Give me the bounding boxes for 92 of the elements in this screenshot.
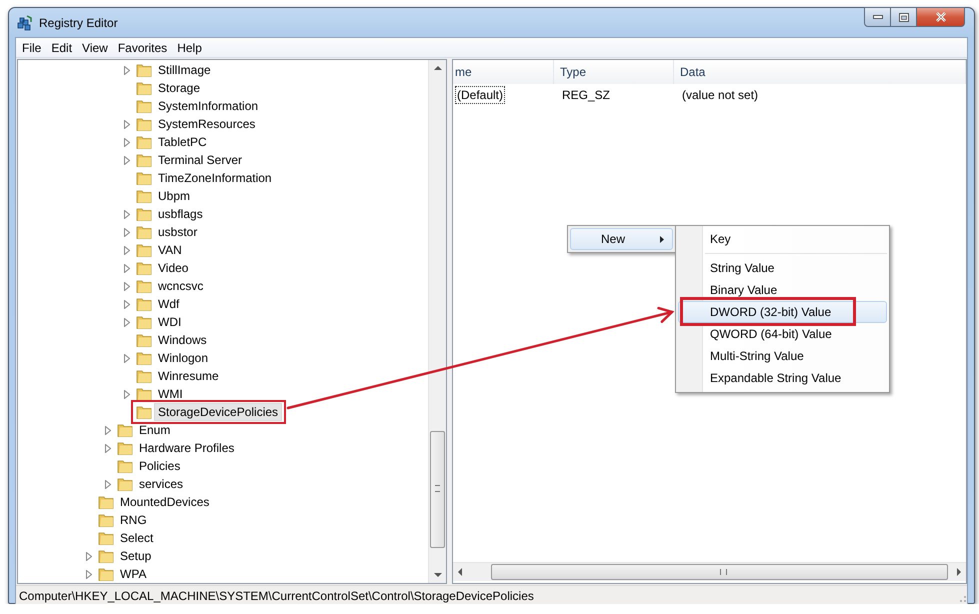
column-header[interactable]: me xyxy=(453,60,554,84)
folder-icon xyxy=(136,206,152,222)
folder-icon xyxy=(136,260,152,276)
close-button[interactable] xyxy=(917,7,965,27)
folder-icon xyxy=(136,368,152,384)
maximize-icon xyxy=(898,12,908,22)
horizontal-scrollbar[interactable] xyxy=(453,562,966,581)
menu-item[interactable]: String Value xyxy=(678,257,887,279)
tree-item[interactable]: Winlogon xyxy=(154,349,212,367)
tree-item[interactable]: Video xyxy=(154,259,192,277)
folder-icon xyxy=(98,530,114,546)
folder-icon xyxy=(136,278,152,294)
tree-item[interactable]: WMI xyxy=(154,385,187,403)
menu-item[interactable]: Binary Value xyxy=(678,279,887,301)
folder-icon xyxy=(136,386,152,402)
folder-icon xyxy=(136,62,152,78)
tree-item[interactable]: MountedDevices xyxy=(116,493,214,511)
menu-item[interactable]: Help xyxy=(172,40,207,56)
tree-item[interactable]: TimeZoneInformation xyxy=(154,169,276,187)
tree-item[interactable]: StillImage xyxy=(154,61,215,79)
tree-item[interactable]: StorageDevicePolicies xyxy=(154,403,282,421)
tree-item[interactable]: wcncsvc xyxy=(154,277,208,295)
folder-icon xyxy=(136,98,152,114)
table-cell-text: REG_SZ xyxy=(561,87,612,104)
expand-arrow-icon[interactable] xyxy=(124,66,130,74)
folder-icon xyxy=(136,152,152,168)
table-cell-text: (value not set) xyxy=(681,87,760,104)
menu-item[interactable]: Expandable String Value xyxy=(678,367,887,389)
folder-icon xyxy=(117,440,133,456)
folder-icon xyxy=(136,350,152,366)
tree-item[interactable]: Storage xyxy=(154,79,204,97)
column-header[interactable]: Data xyxy=(674,60,966,84)
tree-item[interactable]: VAN xyxy=(154,241,186,259)
window-title: Registry Editor xyxy=(39,16,118,30)
menu-item[interactable]: Favorites xyxy=(112,40,172,56)
tree-item[interactable]: TabletPC xyxy=(154,133,211,151)
vertical-scrollbar[interactable] xyxy=(428,60,446,583)
folder-icon xyxy=(98,494,114,510)
menu-item[interactable]: QWORD (64-bit) Value xyxy=(678,323,887,345)
folder-icon xyxy=(117,476,133,492)
expand-arrow-icon[interactable] xyxy=(124,354,130,362)
menu-item[interactable]: Key xyxy=(678,228,887,250)
folder-icon xyxy=(136,188,152,204)
table-cell: (Default) xyxy=(455,86,506,104)
column-header[interactable]: Type xyxy=(554,60,674,84)
folder-icon xyxy=(136,170,152,186)
menu-item[interactable]: New xyxy=(570,228,673,250)
tree-item[interactable]: usbflags xyxy=(154,205,207,223)
folder-icon xyxy=(98,512,114,528)
folder-icon xyxy=(136,296,152,312)
tree-item[interactable]: Hardware Profiles xyxy=(135,439,238,457)
menu-item[interactable]: Multi-String Value xyxy=(678,345,887,367)
folder-icon xyxy=(136,242,152,258)
minimize-button[interactable] xyxy=(864,7,891,27)
folder-icon xyxy=(136,134,152,150)
tree-item[interactable]: Enum xyxy=(135,421,174,439)
tree-item[interactable]: Select xyxy=(116,529,158,547)
folder-icon xyxy=(98,548,114,564)
folder-icon xyxy=(136,314,152,330)
tree-item[interactable]: SystemResources xyxy=(154,115,260,133)
folder-icon xyxy=(136,116,152,132)
registry-icon xyxy=(16,14,33,30)
folder-icon xyxy=(98,566,114,582)
tree-item[interactable]: RNG xyxy=(116,511,151,529)
folder-icon xyxy=(136,332,152,348)
folder-icon xyxy=(117,458,133,474)
menu-item[interactable]: Edit xyxy=(46,40,78,56)
submenu-arrow-icon xyxy=(660,236,664,243)
expand-arrow-icon[interactable] xyxy=(124,390,130,398)
expand-arrow-icon[interactable] xyxy=(105,480,111,488)
menu-item[interactable]: File xyxy=(17,40,46,56)
tree-item[interactable]: usbstor xyxy=(154,223,202,241)
tree-item[interactable]: Wdf xyxy=(154,295,184,313)
menu-item[interactable]: View xyxy=(77,40,113,56)
tree-item[interactable]: services xyxy=(135,475,188,493)
folder-icon xyxy=(136,404,152,420)
tree-item[interactable]: Setup xyxy=(116,547,156,565)
tree-item[interactable]: SystemInformation xyxy=(154,97,262,115)
tree-item[interactable]: Ubpm xyxy=(154,187,194,205)
tree-item[interactable]: Policies xyxy=(135,457,184,475)
folder-icon xyxy=(136,224,152,240)
maximize-button[interactable] xyxy=(891,7,917,27)
tree-item[interactable]: Windows xyxy=(154,331,211,349)
tree-item[interactable]: Terminal Server xyxy=(154,151,246,169)
tree-item[interactable]: WPA xyxy=(116,565,150,583)
folder-icon xyxy=(136,80,152,96)
tree-item[interactable]: Winresume xyxy=(154,367,223,385)
minimize-icon xyxy=(872,15,882,19)
folder-icon xyxy=(117,422,133,438)
tree-item[interactable]: WDI xyxy=(154,313,186,331)
status-text: Computer\HKEY_LOCAL_MACHINE\SYSTEM\CurrentControlSet\Control\StorageDevicePolicies xyxy=(19,589,534,603)
close-icon xyxy=(934,12,946,22)
